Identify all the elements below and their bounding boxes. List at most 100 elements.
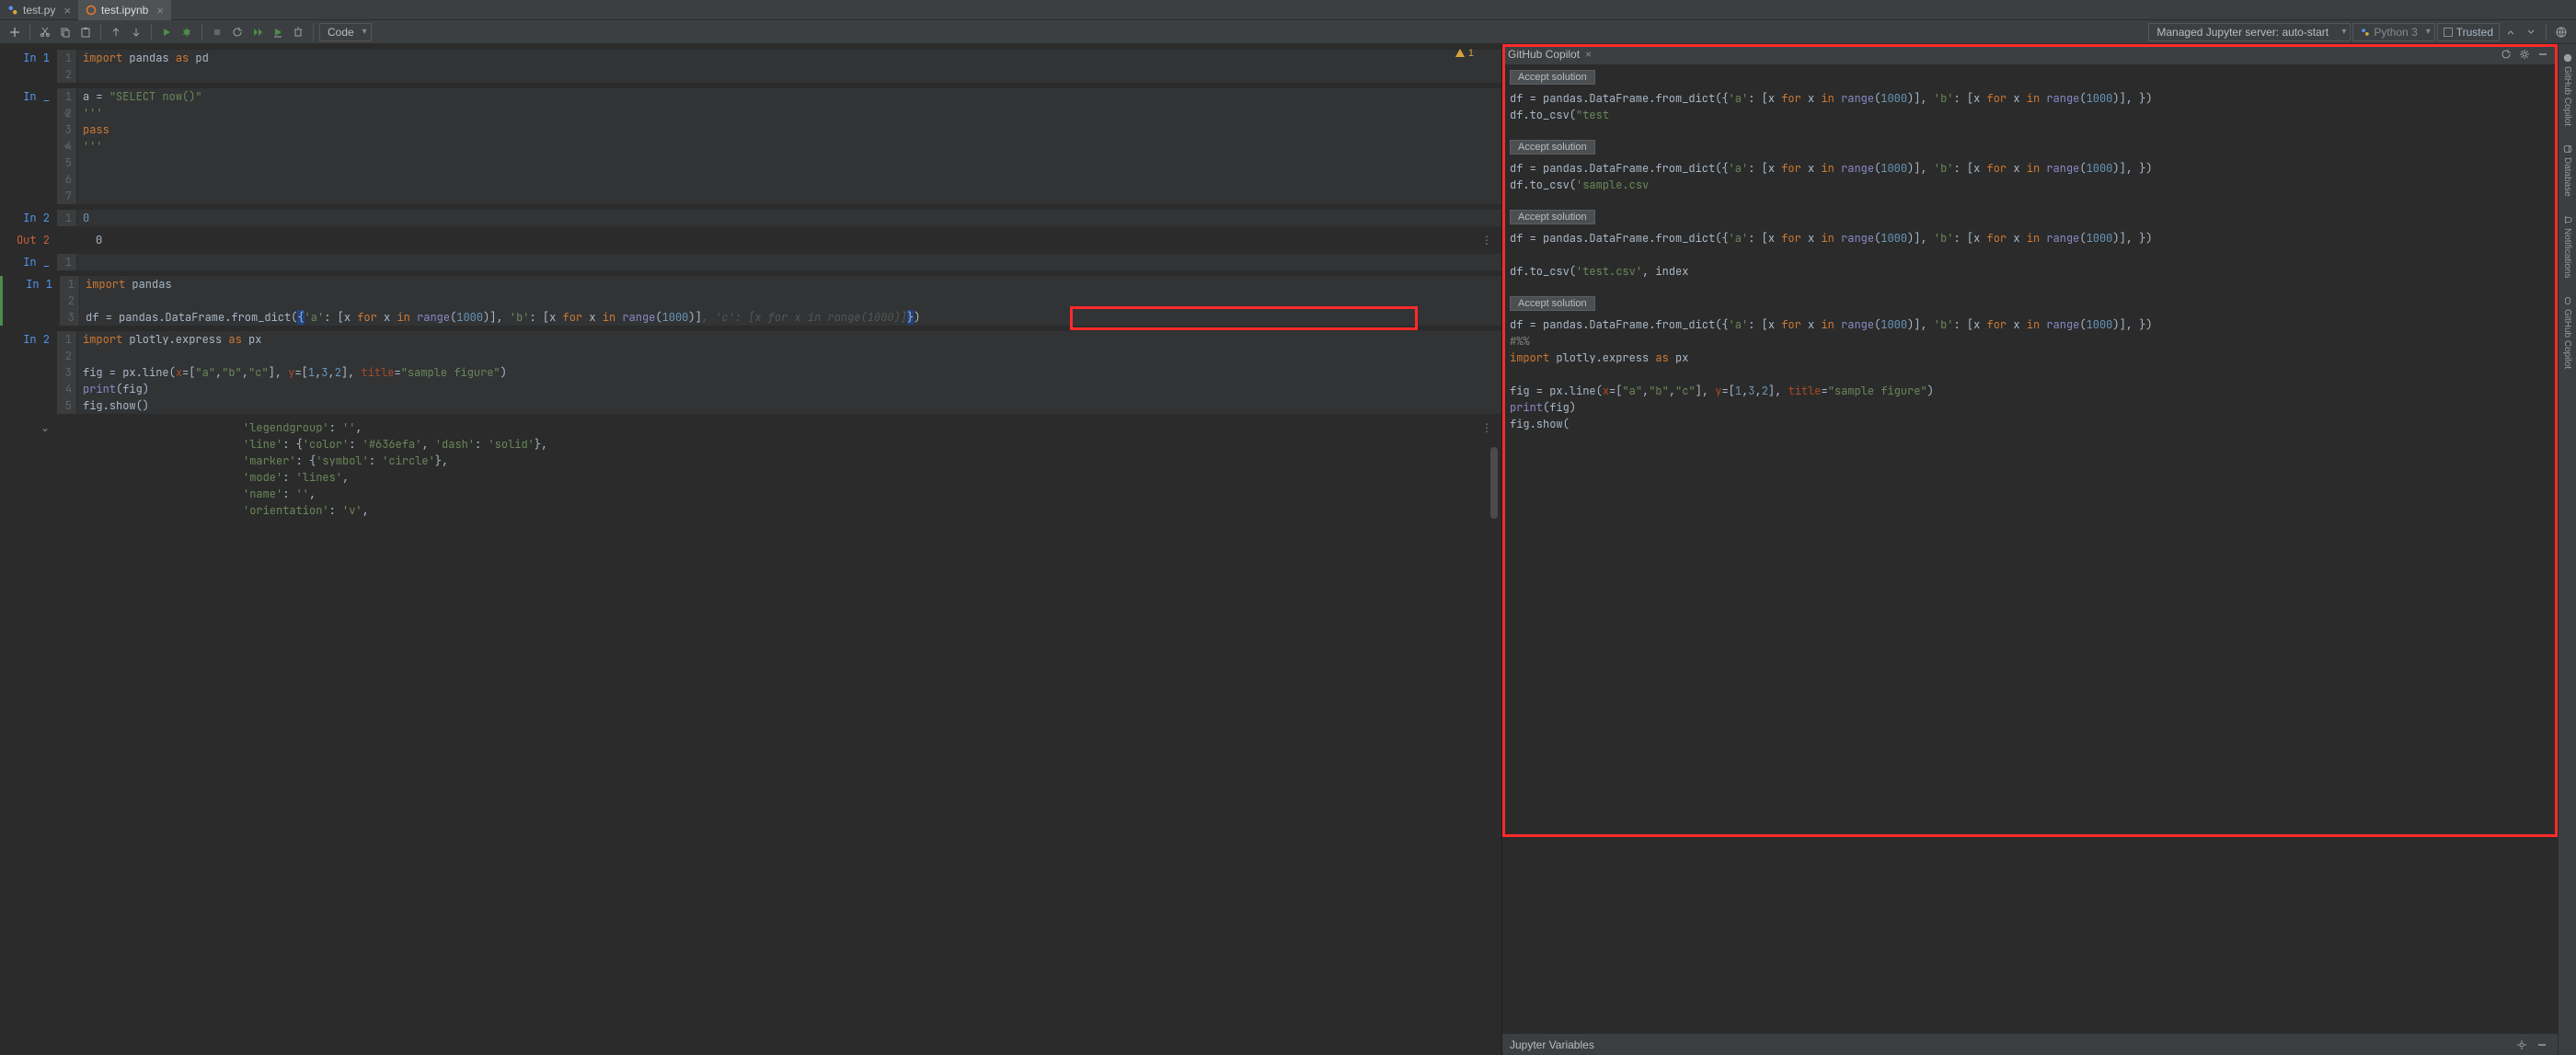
copy-button[interactable] xyxy=(56,23,75,41)
fold-marker-icon[interactable]: ⊖ xyxy=(64,105,70,121)
line-gutter: 1 xyxy=(57,254,77,270)
cell-prompt: In 1 xyxy=(0,50,57,83)
output-menu-icon[interactable]: ⋮ xyxy=(1481,234,1492,247)
minimize-button[interactable] xyxy=(2534,1037,2550,1053)
jupyter-file-icon xyxy=(86,5,97,16)
code-cell[interactable]: In 2 1 0 xyxy=(0,210,1501,226)
jupyter-variables-title: Jupyter Variables xyxy=(1510,1038,1594,1051)
collapse-output-icon[interactable]: ⌄ xyxy=(0,419,57,519)
cell-prompt: In _ xyxy=(0,254,57,270)
fold-marker-icon[interactable]: ⊖ xyxy=(64,138,70,155)
copilot-solutions-list: Accept solution df = pandas.DataFrame.fr… xyxy=(1502,64,2558,1033)
minimize-button[interactable] xyxy=(2534,45,2552,63)
code-cell[interactable]: In 1 123 import pandas df = pandas.DataF… xyxy=(0,276,1501,326)
trusted-label: Trusted xyxy=(2456,26,2493,39)
line-gutter: 12345 xyxy=(57,331,77,414)
code-content[interactable]: import pandas df = pandas.DataFrame.from… xyxy=(80,276,1501,326)
cell-prompt: In 1 xyxy=(3,276,60,326)
code-cell[interactable]: In 2 12345 import plotly.express as px f… xyxy=(0,331,1501,414)
scrollbar[interactable] xyxy=(1490,447,1498,519)
notebook-editor: 1 In 1 12 import pandas as pd In _ 12345… xyxy=(0,44,1501,1055)
solution-code: df = pandas.DataFrame.from_dict({'a': [x… xyxy=(1510,160,2550,193)
move-down-button[interactable] xyxy=(127,23,145,41)
copilot-panel-header: GitHub Copilot × xyxy=(1502,44,2558,64)
notebook-toolbar: Code Managed Jupyter server: auto-start … xyxy=(0,20,2576,44)
python-icon xyxy=(2361,28,2370,37)
copilot-icon xyxy=(2563,53,2572,63)
copilot-solution: Accept solution df = pandas.DataFrame.fr… xyxy=(1502,134,2558,204)
stop-button[interactable] xyxy=(208,23,226,41)
cell-type-dropdown[interactable]: Code xyxy=(319,23,372,41)
output-cell: ⌄ 'legendgroup': '', 'line': {'color': '… xyxy=(0,419,1501,519)
warning-count: 1 xyxy=(1468,48,1474,59)
code-cell[interactable]: In _ 1 xyxy=(0,254,1501,270)
copilot-solution: Accept solution df = pandas.DataFrame.fr… xyxy=(1502,64,2558,134)
debug-cell-button[interactable] xyxy=(178,23,196,41)
code-content[interactable]: import plotly.express as px fig = px.lin… xyxy=(77,331,1501,414)
settings-button[interactable] xyxy=(2515,45,2534,63)
cell-prompt: In 2 xyxy=(0,210,57,226)
settings-button[interactable] xyxy=(2513,1037,2530,1053)
python-file-icon xyxy=(7,5,18,16)
collapse-button[interactable] xyxy=(2501,23,2520,41)
refresh-button[interactable] xyxy=(2497,45,2515,63)
database-icon xyxy=(2563,144,2572,154)
copilot-solution: Accept solution df = pandas.DataFrame.fr… xyxy=(1502,291,2558,443)
code-cell[interactable]: In 1 12 import pandas as pd xyxy=(0,50,1501,83)
code-cell[interactable]: In _ 1234567 a = "SELECT now()" ⊖''' pas… xyxy=(0,88,1501,204)
copilot-panel: GitHub Copilot × Accept solution df = pa… xyxy=(1501,44,2558,1055)
output-content: 'legendgroup': '', 'line': {'color': '#6… xyxy=(77,419,1501,519)
side-tab-github-copilot[interactable]: GitHub Copilot xyxy=(2561,48,2573,132)
jupyter-variables-panel-header[interactable]: Jupyter Variables xyxy=(1502,1033,2558,1055)
clear-output-button[interactable] xyxy=(289,23,307,41)
warning-badge[interactable]: 1 xyxy=(1455,48,1474,59)
file-tab-bar: test.py × test.ipynb × xyxy=(0,0,2576,20)
side-tab-github-copilot-2[interactable]: GitHub Copilot xyxy=(2561,291,2573,374)
accept-solution-button[interactable]: Accept solution xyxy=(1510,140,1595,155)
cell-prompt: In _ xyxy=(0,88,57,204)
paste-button[interactable] xyxy=(76,23,95,41)
accept-solution-button[interactable]: Accept solution xyxy=(1510,296,1595,311)
solution-code: df = pandas.DataFrame.from_dict({'a': [x… xyxy=(1510,316,2550,432)
trusted-toggle[interactable]: Trusted xyxy=(2437,23,2500,41)
line-gutter: 1 xyxy=(57,210,77,226)
close-icon[interactable]: × xyxy=(156,4,164,17)
side-tab-notifications[interactable]: Notifications xyxy=(2561,210,2573,283)
add-cell-button[interactable] xyxy=(6,23,24,41)
move-up-button[interactable] xyxy=(107,23,125,41)
tab-label: test.py xyxy=(23,4,55,17)
output-prompt: Out 2 xyxy=(0,232,57,248)
expand-button[interactable] xyxy=(2522,23,2540,41)
copilot-solution: Accept solution df = pandas.DataFrame.fr… xyxy=(1502,204,2558,291)
copilot-title: GitHub Copilot xyxy=(1508,48,1580,61)
kernel-dropdown[interactable]: Python 3 xyxy=(2352,23,2434,41)
code-content[interactable] xyxy=(77,254,1501,270)
solution-code: df = pandas.DataFrame.from_dict({'a': [x… xyxy=(1510,230,2550,280)
line-gutter: 123 xyxy=(60,276,80,326)
warning-icon xyxy=(1455,48,1466,59)
copilot-icon xyxy=(2563,296,2572,305)
cell-prompt: In 2 xyxy=(0,331,57,414)
tab-label: test.ipynb xyxy=(101,4,148,17)
side-tab-database[interactable]: Database xyxy=(2561,139,2573,202)
tab-test-ipynb[interactable]: test.ipynb × xyxy=(78,0,171,20)
jupyter-server-dropdown[interactable]: Managed Jupyter server: auto-start xyxy=(2148,23,2351,41)
tab-test-py[interactable]: test.py × xyxy=(0,0,78,20)
output-menu-icon[interactable]: ⋮ xyxy=(1481,421,1492,434)
close-icon[interactable]: × xyxy=(63,4,71,17)
run-above-button[interactable] xyxy=(269,23,287,41)
accept-solution-button[interactable]: Accept solution xyxy=(1510,70,1595,85)
cut-button[interactable] xyxy=(36,23,54,41)
bell-icon xyxy=(2563,215,2572,224)
code-content[interactable]: import pandas as pd xyxy=(77,50,1501,83)
code-content[interactable]: 0 xyxy=(77,210,1501,226)
solution-code: df = pandas.DataFrame.from_dict({'a': [x… xyxy=(1510,90,2550,123)
restart-button[interactable] xyxy=(228,23,247,41)
globe-icon[interactable] xyxy=(2552,23,2570,41)
run-cell-button[interactable] xyxy=(157,23,176,41)
tool-window-strip: GitHub Copilot Database Notifications Gi… xyxy=(2558,44,2576,1055)
code-content[interactable]: a = "SELECT now()" ⊖''' pass ⊖''' xyxy=(77,88,1501,204)
close-icon[interactable]: × xyxy=(1585,48,1592,61)
accept-solution-button[interactable]: Accept solution xyxy=(1510,210,1595,224)
run-all-button[interactable] xyxy=(248,23,267,41)
